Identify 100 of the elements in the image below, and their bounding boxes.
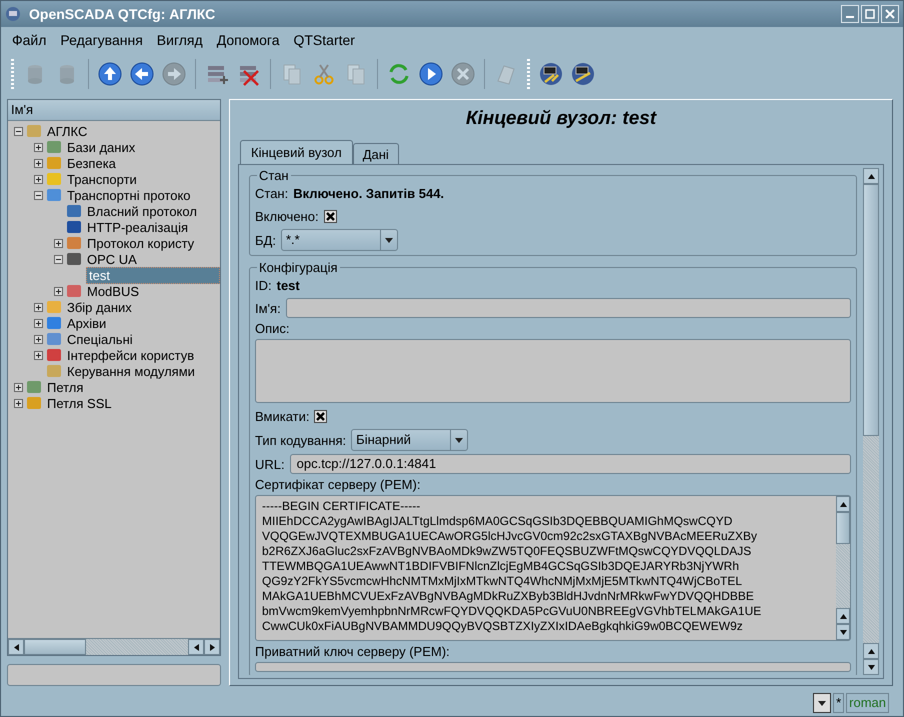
expand-toggle[interactable]	[14, 382, 23, 392]
up-triangle-icon[interactable]	[840, 502, 846, 506]
menu-item[interactable]: Файл	[7, 32, 52, 48]
field-label: Ім'я:	[255, 300, 281, 316]
field-label: Сертифікат серверу (PEM):	[255, 477, 422, 492]
tree-item[interactable]: Петля	[45, 380, 86, 394]
dropdown[interactable]: Бінарний	[351, 429, 468, 451]
right-triangle-icon[interactable]	[210, 644, 214, 650]
tree-item[interactable]: Безпека	[65, 156, 118, 170]
expand-toggle[interactable]	[34, 174, 43, 184]
tree-node-icon	[66, 283, 82, 299]
minimize-button[interactable]	[841, 5, 859, 23]
menu-item[interactable]: Вигляд	[152, 32, 208, 48]
tree-item[interactable]: Транспорти	[65, 172, 139, 186]
tree-node-icon	[46, 139, 62, 155]
close-button[interactable]	[881, 5, 899, 23]
expand-toggle[interactable]	[34, 190, 43, 200]
up-triangle-icon[interactable]	[840, 614, 846, 618]
vertical-scrollbar[interactable]	[863, 168, 879, 675]
field-label: Вмикати:	[255, 408, 310, 424]
dropdown[interactable]: *.*	[280, 229, 398, 251]
tree-node-icon	[46, 347, 62, 363]
tree-item[interactable]: АГЛКС	[45, 124, 90, 138]
tree-item[interactable]: Спеціальні	[65, 332, 135, 346]
down-triangle-icon[interactable]	[840, 630, 846, 634]
text-line: CwwCUk0xFiAUBgNVBAMMDU9QQyBVQSBTZXIyZXIxIDAeBgkqhkiG9w0BCQEWEW9z	[262, 619, 744, 634]
tree-node-icon	[66, 219, 82, 235]
tree-item[interactable]: Інтерфейси користув	[65, 348, 196, 362]
checkbox[interactable]	[314, 410, 328, 422]
menu-item[interactable]: QTStarter	[288, 32, 360, 48]
tree-item[interactable]: Петля SSL	[45, 396, 114, 410]
caret-icon	[455, 438, 464, 442]
expand-toggle[interactable]	[34, 158, 43, 168]
tree-item[interactable]: Транспортні протоко	[65, 188, 193, 202]
text-line: VQQGEwJVQTEXMBUGA1UECAwORG5lcHJvcGV0cm92c2sxGTAXBgNVBAcMEERuZXBy	[262, 529, 758, 544]
vertical-scrollbar[interactable]	[836, 496, 850, 640]
horizontal-scrollbar[interactable]	[8, 638, 220, 655]
expand-toggle[interactable]	[34, 142, 43, 152]
tree-item[interactable]: Збір даних	[65, 300, 134, 314]
up-triangle-icon[interactable]	[868, 174, 874, 178]
maximize-icon	[865, 9, 875, 19]
tree-node-icon	[46, 315, 62, 331]
left-triangle-icon[interactable]	[14, 644, 18, 650]
scrollbar-thumb[interactable]	[863, 184, 879, 436]
tree-item[interactable]: HTTP-реалізація	[85, 220, 190, 234]
left-triangle-icon[interactable]	[194, 644, 198, 650]
tree-node-icon	[46, 171, 62, 187]
tree-node-icon	[46, 187, 62, 203]
tree-node-icon	[26, 123, 42, 139]
tab[interactable]: Кінцевий вузол	[240, 140, 353, 164]
app-icon	[5, 6, 21, 22]
down-triangle-icon[interactable]	[868, 664, 874, 670]
expand-toggle[interactable]	[34, 334, 43, 344]
tree-node-icon	[46, 155, 62, 171]
menu-item[interactable]: Допомога	[212, 32, 284, 48]
expand-toggle[interactable]	[14, 398, 23, 408]
text-line: -----BEGIN CERTIFICATE-----	[262, 499, 422, 514]
expand-toggle[interactable]	[14, 126, 23, 136]
column-header[interactable]: Ім'я	[8, 100, 220, 121]
expand-toggle[interactable]	[34, 318, 43, 328]
tree-item[interactable]: Власний протокол	[85, 204, 199, 218]
tab[interactable]: Дані	[352, 143, 399, 164]
checkbox[interactable]	[324, 210, 337, 222]
text-area[interactable]	[255, 495, 851, 641]
tree-node-icon	[26, 379, 42, 395]
window-title: OpenSCADA QTCfg: АГЛКС	[29, 6, 216, 22]
expand-toggle[interactable]	[54, 286, 63, 296]
tree-node-icon	[46, 331, 62, 347]
group-title: Конфігурація	[258, 260, 338, 275]
caret-icon	[818, 700, 826, 706]
tree-item[interactable]: Протокол користу	[85, 236, 196, 250]
tree-item[interactable]: test	[86, 266, 220, 284]
tree-node-icon	[66, 251, 82, 267]
page-title: Кінцевий вузол: test	[464, 107, 658, 131]
tree-item[interactable]: Бази даних	[65, 140, 138, 154]
menu-item[interactable]: Редагування	[55, 32, 148, 48]
field-label: Включено:	[255, 208, 319, 224]
input-field[interactable]: opc.tcp://127.0.0.1:4841	[290, 454, 851, 474]
text-line: bmVwcm9kemVyemhpbnNrMRcwFQYDVQQKDA5PcGVuU0NBREEgVGVhbTELMAkGA1UE	[262, 604, 762, 619]
up-triangle-icon[interactable]	[868, 648, 874, 654]
field-label: ID:	[255, 278, 272, 292]
input-field[interactable]	[286, 298, 851, 318]
expand-toggle[interactable]	[54, 238, 63, 248]
expand-toggle[interactable]	[54, 254, 63, 264]
expand-toggle[interactable]	[34, 302, 43, 312]
tree-node-icon	[26, 395, 42, 411]
field-label: Тип кодування:	[255, 432, 346, 448]
tree-item[interactable]: ModBUS	[85, 284, 142, 298]
field-label: Стан:	[255, 186, 288, 200]
field-value: Включено. Запитів 544.	[293, 186, 444, 200]
group-title: Стан	[258, 168, 290, 183]
scrollbar-thumb[interactable]	[24, 639, 86, 655]
expand-toggle[interactable]	[34, 350, 43, 360]
tree-item[interactable]: Керування модулями	[65, 364, 197, 378]
scrollbar-thumb[interactable]	[836, 512, 850, 544]
dropdown-button[interactable]	[813, 693, 832, 713]
text-field[interactable]	[7, 664, 221, 686]
tree-item[interactable]: OPC UA	[85, 252, 139, 266]
maximize-button[interactable]	[861, 5, 879, 23]
tree-item[interactable]: Архіви	[65, 316, 108, 330]
